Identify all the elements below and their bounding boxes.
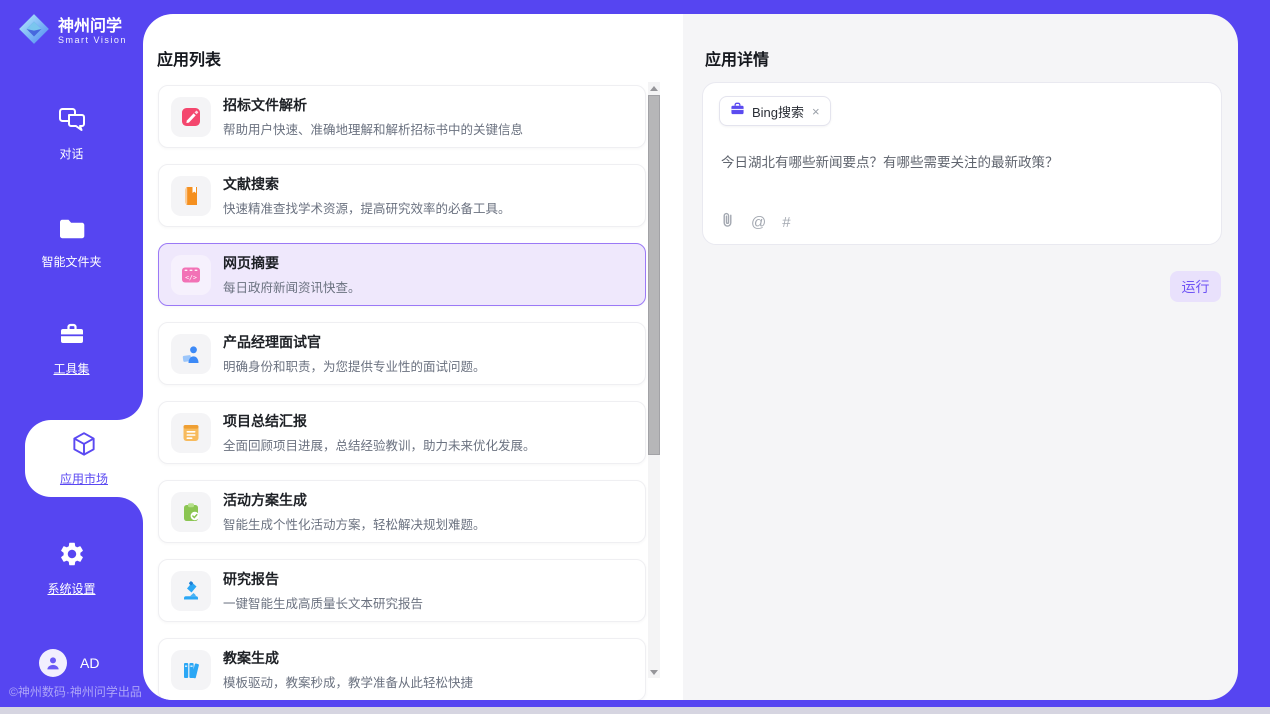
sidebar: 神州问学 Smart Vision 对话 智能文件夹 工具集 xyxy=(0,0,143,707)
app-card-activity-plan[interactable]: 活动方案生成 智能生成个性化活动方案，轻松解决规划难题。 xyxy=(158,480,646,543)
user-name: AD xyxy=(80,655,99,671)
gear-icon xyxy=(58,540,86,573)
chat-icon xyxy=(57,106,87,138)
app-card-description: 明确身份和职责，为您提供专业性的面试问题。 xyxy=(223,356,486,375)
app-card-description: 全面回顾项目进展，总结经验教训，助力未来优化发展。 xyxy=(223,435,536,454)
sidebar-item-label: 智能文件夹 xyxy=(41,253,101,270)
app-card-list: 招标文件解析 帮助用户快速、准确地理解和解析招标书中的关键信息 文献搜索 快速精… xyxy=(158,85,646,700)
app-card-name: 文献搜索 xyxy=(223,174,511,194)
app-card-description: 模板驱动，教案秒成，教学准备从此轻松快捷 xyxy=(223,672,473,691)
brand-logo: 神州问学 Smart Vision xyxy=(17,12,127,51)
diamond-logo-icon xyxy=(17,12,51,51)
run-button[interactable]: 运行 xyxy=(1170,271,1221,302)
app-detail-title: 应用详情 xyxy=(705,46,769,70)
hashtag-icon[interactable]: # xyxy=(782,215,790,230)
app-card-description: 每日政府新闻资讯快查。 xyxy=(223,277,361,296)
close-icon[interactable]: × xyxy=(812,104,820,119)
copyright-text: ©神州数码·神州问学出品 xyxy=(9,683,142,700)
tool-tag-label: Bing搜索 xyxy=(752,102,804,121)
app-card-name: 项目总结汇报 xyxy=(223,411,536,431)
briefcase-icon xyxy=(730,102,745,121)
sidebar-item-label: 工具集 xyxy=(53,360,89,377)
attachment-icon[interactable] xyxy=(720,211,735,233)
lesson-books-icon xyxy=(171,650,211,690)
sidebar-item-app-market[interactable]: 应用市场 xyxy=(25,420,143,497)
app-card-name: 招标文件解析 xyxy=(223,95,523,115)
app-card-web-summary[interactable]: </> 网页摘要 每日政府新闻资讯快查。 xyxy=(158,243,646,306)
scroll-down-arrow[interactable] xyxy=(648,666,660,678)
sidebar-item-settings[interactable]: 系统设置 xyxy=(0,540,143,597)
app-card-lesson-plan[interactable]: 教案生成 模板驱动，教案秒成，教学准备从此轻松快捷 xyxy=(158,638,646,700)
app-card-description: 帮助用户快速、准确地理解和解析招标书中的关键信息 xyxy=(223,119,523,138)
mention-icon[interactable]: @ xyxy=(751,215,766,230)
app-card-name: 教案生成 xyxy=(223,648,473,668)
tender-doc-icon xyxy=(171,97,211,137)
app-card-literature-search[interactable]: 文献搜索 快速精准查找学术资源，提高研究效率的必备工具。 xyxy=(158,164,646,227)
tool-tag-bing-search[interactable]: Bing搜索 × xyxy=(719,96,831,126)
app-card-name: 产品经理面试官 xyxy=(223,332,486,352)
app-card-name: 研究报告 xyxy=(223,569,423,589)
sidebar-item-label: 系统设置 xyxy=(47,580,95,597)
scrollbar-thumb[interactable] xyxy=(648,95,660,455)
sidebar-item-label: 应用市场 xyxy=(60,470,108,487)
sidebar-item-smart-folder[interactable]: 智能文件夹 xyxy=(0,216,143,270)
brand-name: 神州问学 xyxy=(58,18,127,36)
main-container: 应用列表 招标文件解析 帮助用户快速、准确地理解和解析招标书中的关键信息 xyxy=(143,14,1238,700)
app-list-panel: 应用列表 招标文件解析 帮助用户快速、准确地理解和解析招标书中的关键信息 xyxy=(143,14,683,700)
research-microscope-icon xyxy=(171,571,211,611)
app-card-tender-parse[interactable]: 招标文件解析 帮助用户快速、准确地理解和解析招标书中的关键信息 xyxy=(158,85,646,148)
composer-toolbar: @ # xyxy=(720,211,791,233)
avatar xyxy=(39,649,67,677)
scroll-up-arrow[interactable] xyxy=(648,82,660,94)
webpage-code-icon: </> xyxy=(171,255,211,295)
sidebar-item-chat[interactable]: 对话 xyxy=(0,106,143,162)
folder-icon xyxy=(57,216,87,246)
code-glyph: </> xyxy=(185,273,197,281)
brand-subtitle: Smart Vision xyxy=(58,35,127,45)
active-tab-curve-bottom xyxy=(117,497,143,523)
app-card-name: 活动方案生成 xyxy=(223,490,486,510)
list-scrollbar[interactable] xyxy=(648,82,660,678)
interviewer-person-icon xyxy=(171,334,211,374)
window-bottom-edge xyxy=(0,707,1270,714)
user-account[interactable]: AD xyxy=(39,649,99,677)
app-card-description: 智能生成个性化活动方案，轻松解决规划难题。 xyxy=(223,514,486,533)
summary-notepad-icon xyxy=(171,413,211,453)
app-card-research-report[interactable]: 研究报告 一键智能生成高质量长文本研究报告 xyxy=(158,559,646,622)
app-card-description: 快速精准查找学术资源，提高研究效率的必备工具。 xyxy=(223,198,511,217)
sidebar-item-label: 对话 xyxy=(59,145,83,162)
app-list-title: 应用列表 xyxy=(157,46,221,70)
active-tab-curve-top xyxy=(117,394,143,420)
literature-book-icon xyxy=(171,176,211,216)
sidebar-item-toolset[interactable]: 工具集 xyxy=(0,322,143,377)
app-card-pm-interviewer[interactable]: 产品经理面试官 明确身份和职责，为您提供专业性的面试问题。 xyxy=(158,322,646,385)
cube-icon xyxy=(70,430,98,465)
app-card-name: 网页摘要 xyxy=(223,253,361,273)
query-composer: Bing搜索 × 今日湖北有哪些新闻要点？有哪些需要关注的最新政策？ @ # xyxy=(702,82,1222,245)
app-detail-panel: 应用详情 Bing搜索 × 今日湖北有哪些新闻要点？有哪些需要关注的最新政策？ xyxy=(683,14,1238,700)
app-card-description: 一键智能生成高质量长文本研究报告 xyxy=(223,593,423,612)
query-input[interactable]: 今日湖北有哪些新闻要点？有哪些需要关注的最新政策？ xyxy=(721,151,1205,171)
toolbox-icon xyxy=(57,322,87,353)
activity-clipboard-icon xyxy=(171,492,211,532)
app-card-project-summary[interactable]: 项目总结汇报 全面回顾项目进展，总结经验教训，助力未来优化发展。 xyxy=(158,401,646,464)
